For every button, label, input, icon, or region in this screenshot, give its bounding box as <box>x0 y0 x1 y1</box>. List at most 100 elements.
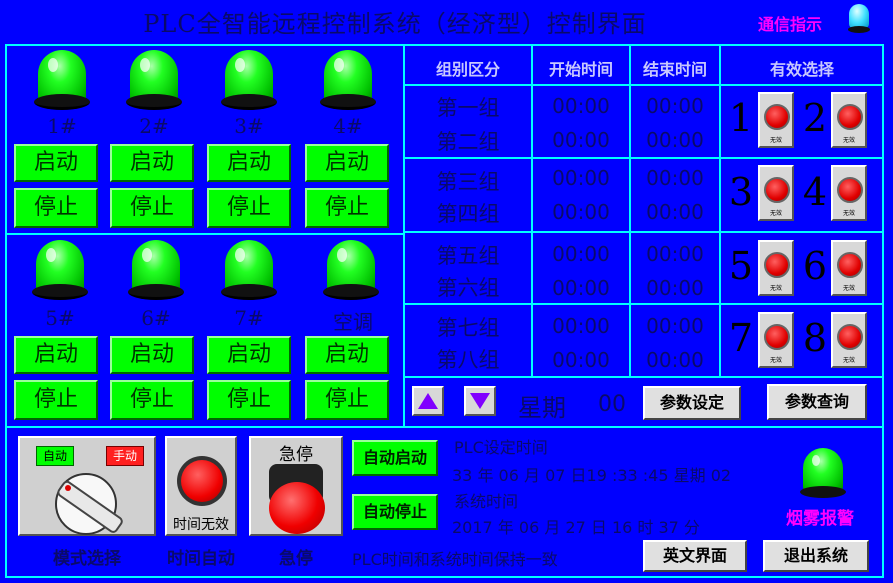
start-time-field[interactable]: 00:00 <box>533 314 629 338</box>
arrow-up-icon <box>418 393 438 409</box>
divider <box>403 231 883 233</box>
select-number: 3 <box>728 170 754 214</box>
red-button-icon <box>837 104 863 130</box>
divider <box>719 44 721 377</box>
end-time-field[interactable]: 00:00 <box>631 348 719 372</box>
indicator-lamp-icon <box>34 50 90 116</box>
device-label: 1# <box>47 114 77 138</box>
english-ui-button[interactable]: 英文界面 <box>643 540 747 572</box>
start-button[interactable]: 启动 <box>305 336 389 374</box>
select-number: 2 <box>802 96 828 140</box>
select-number: 8 <box>802 316 828 360</box>
divider <box>403 84 883 86</box>
valid-select-button-5[interactable]: 无效 <box>758 240 794 296</box>
start-button[interactable]: 启动 <box>207 336 291 374</box>
start-time-field[interactable]: 00:00 <box>533 166 629 190</box>
indicator-lamp-icon <box>323 240 379 306</box>
start-button[interactable]: 启动 <box>305 144 389 182</box>
estop-caption: 急停 <box>279 549 313 569</box>
group-name: 第三组 <box>436 170 500 194</box>
red-button-cap <box>181 460 223 502</box>
estop-mushroom-icon <box>269 482 325 534</box>
stop-button[interactable]: 停止 <box>110 380 194 420</box>
start-time-field[interactable]: 00:00 <box>533 276 629 300</box>
param-query-button[interactable]: 参数查询 <box>767 384 867 420</box>
mode-switch[interactable]: 自动 手动 <box>18 436 156 536</box>
sys-time-label: 系统时间 <box>454 492 519 511</box>
start-time-field[interactable]: 00:00 <box>533 200 629 224</box>
auto-stop-button[interactable]: 自动停止 <box>352 494 438 530</box>
start-time-field[interactable]: 00:00 <box>533 348 629 372</box>
week-up-button[interactable] <box>412 386 444 416</box>
end-time-field[interactable]: 00:00 <box>631 276 719 300</box>
group-name: 第二组 <box>436 130 500 154</box>
end-time-field[interactable]: 00:00 <box>631 242 719 266</box>
valid-select-button-3[interactable]: 无效 <box>758 165 794 221</box>
group-name: 第一组 <box>436 96 500 120</box>
auto-start-button[interactable]: 自动启动 <box>352 440 438 476</box>
select-number: 5 <box>728 244 754 288</box>
select-number: 7 <box>728 316 754 360</box>
smoke-alarm-lamp-icon <box>800 448 846 502</box>
start-button[interactable]: 启动 <box>14 144 98 182</box>
device-label: 6# <box>141 306 171 330</box>
start-button[interactable]: 启动 <box>110 144 194 182</box>
stop-button[interactable]: 停止 <box>14 188 98 228</box>
stop-button[interactable]: 停止 <box>207 380 291 420</box>
divider <box>5 233 404 235</box>
start-time-field[interactable]: 00:00 <box>533 128 629 152</box>
header-start-time: 开始时间 <box>548 60 613 79</box>
sync-note: PLC时间和系统时间保持一致 <box>352 550 558 569</box>
stop-button[interactable]: 停止 <box>110 188 194 228</box>
time-auto-button[interactable]: 时间无效 <box>165 436 237 536</box>
start-time-field[interactable]: 00:00 <box>533 94 629 118</box>
device-label: 7# <box>234 306 264 330</box>
stop-button[interactable]: 停止 <box>207 188 291 228</box>
device-label: 4# <box>333 114 363 138</box>
group-name: 第四组 <box>436 202 500 226</box>
end-time-field[interactable]: 00:00 <box>631 94 719 118</box>
group-name: 第六组 <box>436 276 500 300</box>
red-button-icon <box>764 324 790 350</box>
valid-select-button-2[interactable]: 无效 <box>831 92 867 148</box>
start-button[interactable]: 启动 <box>14 336 98 374</box>
stop-button[interactable]: 停止 <box>305 380 389 420</box>
exit-system-button[interactable]: 退出系统 <box>763 540 869 572</box>
indicator-lamp-icon <box>32 240 88 306</box>
smoke-alarm-label: 烟雾报警 <box>786 509 854 529</box>
device-label: 3# <box>234 114 264 138</box>
end-time-field[interactable]: 00:00 <box>631 314 719 338</box>
week-down-button[interactable] <box>464 386 496 416</box>
divider <box>403 303 883 305</box>
device-label: 5# <box>45 306 75 330</box>
time-auto-button-text: 时间无效 <box>173 517 229 533</box>
indicator-lamp-icon <box>320 50 376 116</box>
select-number: 1 <box>728 96 754 140</box>
start-button[interactable]: 启动 <box>110 336 194 374</box>
end-time-field[interactable]: 00:00 <box>631 200 719 224</box>
indicator-lamp-icon <box>221 50 277 116</box>
time-auto-caption: 时间自动 <box>167 549 235 569</box>
red-button-icon <box>837 177 863 203</box>
group-name: 第五组 <box>436 244 500 268</box>
indicator-lamp-icon <box>221 240 277 306</box>
mode-switch-caption: 模式选择 <box>53 549 121 569</box>
rotary-switch-icon <box>55 473 123 535</box>
estop-button[interactable]: 急停 <box>249 436 343 536</box>
valid-select-button-6[interactable]: 无效 <box>831 240 867 296</box>
start-time-field[interactable]: 00:00 <box>533 242 629 266</box>
stop-button[interactable]: 停止 <box>305 188 389 228</box>
valid-select-button-4[interactable]: 无效 <box>831 165 867 221</box>
end-time-field[interactable]: 00:00 <box>631 166 719 190</box>
sys-time-value: 2017 年 06 月 27 日 16 时 37 分 <box>452 518 700 537</box>
valid-select-button-8[interactable]: 无效 <box>831 312 867 368</box>
mode-manual-label: 手动 <box>106 446 144 466</box>
stop-button[interactable]: 停止 <box>14 380 98 420</box>
valid-select-button-1[interactable]: 无效 <box>758 92 794 148</box>
start-button[interactable]: 启动 <box>207 144 291 182</box>
divider <box>403 376 883 378</box>
end-time-field[interactable]: 00:00 <box>631 128 719 152</box>
param-set-button[interactable]: 参数设定 <box>643 386 741 420</box>
valid-select-button-7[interactable]: 无效 <box>758 312 794 368</box>
plc-time-value: 33 年 06 月 07 日19 :33 :45 星期 02 <box>452 466 732 485</box>
